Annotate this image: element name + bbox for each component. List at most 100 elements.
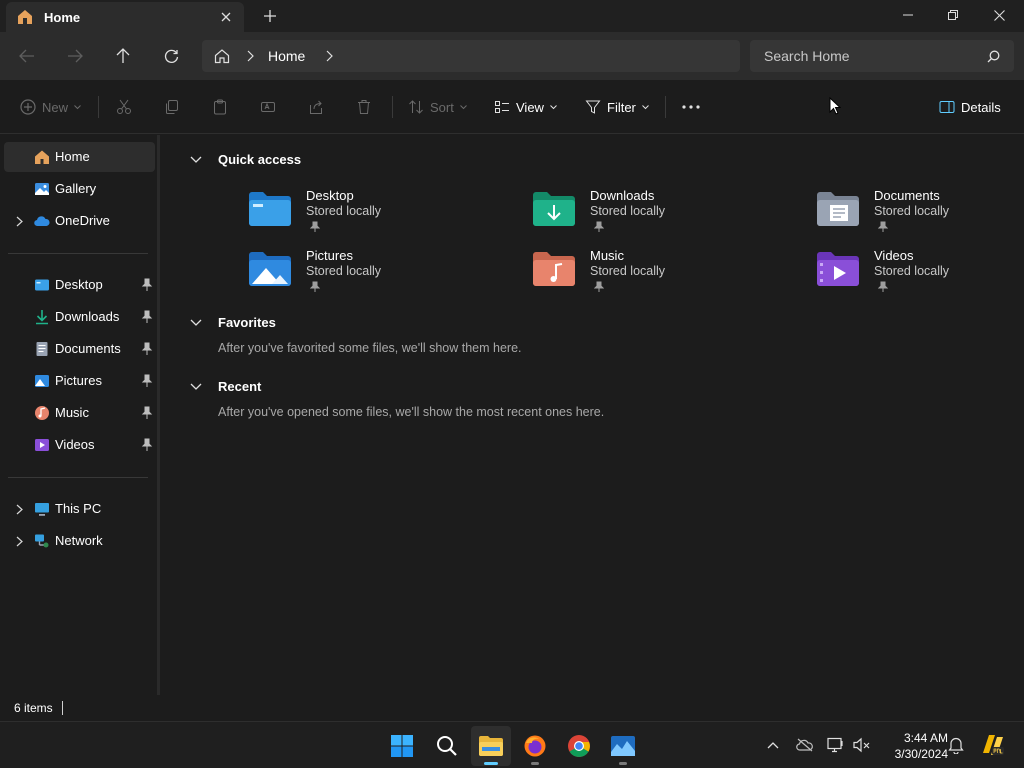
quick-access-item-downloads[interactable]: Downloads Stored locally — [532, 183, 782, 239]
sidebar-item-music[interactable]: Music — [4, 398, 155, 428]
rename-button[interactable] — [260, 94, 276, 120]
tray-volume[interactable] — [851, 734, 873, 756]
tab-title: Home — [44, 9, 81, 25]
copilot-button[interactable] — [978, 731, 1006, 759]
delete-button[interactable] — [356, 94, 372, 120]
sidebar-item-label: Documents — [55, 341, 121, 356]
details-button[interactable]: Details — [939, 94, 1001, 120]
chevron-down-icon — [642, 104, 649, 109]
more-options-button[interactable] — [682, 94, 700, 120]
pin-icon[interactable] — [141, 278, 153, 292]
quick-access-item-pictures[interactable]: Pictures Stored locally — [248, 243, 498, 299]
taskbar-clock[interactable]: 3:44 AM 3/30/2024 — [876, 730, 948, 762]
taskbar-chrome[interactable] — [559, 726, 599, 766]
divider — [98, 96, 99, 118]
view-button[interactable]: View — [494, 94, 557, 120]
paste-button[interactable] — [212, 94, 228, 120]
filter-button[interactable]: Filter — [585, 94, 649, 120]
sidebar-item-videos[interactable]: Videos — [4, 430, 155, 460]
sidebar-item-downloads[interactable]: Downloads — [4, 302, 155, 332]
taskbar-firefox[interactable] — [515, 726, 555, 766]
videos-folder-icon — [35, 439, 49, 451]
section-title: Quick access — [218, 151, 302, 167]
taskbar-search-button[interactable] — [427, 726, 467, 766]
copy-button[interactable] — [164, 94, 180, 120]
new-button[interactable]: New — [20, 94, 81, 120]
start-button[interactable] — [382, 726, 422, 766]
quick-access-item-documents[interactable]: Documents Stored locally — [816, 183, 1024, 239]
pin-icon — [310, 281, 320, 292]
quick-access-item-videos[interactable]: Videos Stored locally — [816, 243, 1024, 299]
up-button[interactable] — [107, 40, 139, 72]
sidebar-item-label: Home — [55, 149, 90, 164]
notifications-button[interactable] — [945, 734, 967, 756]
pin-icon[interactable] — [141, 406, 153, 420]
item-name: Music — [590, 248, 624, 263]
back-button[interactable] — [11, 40, 43, 72]
pin-icon — [594, 281, 604, 292]
quick-access-item-desktop[interactable]: Desktop Stored locally — [248, 183, 498, 239]
share-button[interactable] — [308, 94, 324, 120]
close-window-button[interactable] — [976, 0, 1022, 30]
pin-icon[interactable] — [141, 310, 153, 324]
favorites-header[interactable]: Favorites — [188, 312, 276, 332]
breadcrumb-home[interactable]: Home — [268, 48, 305, 64]
running-indicator — [531, 762, 539, 765]
search-input[interactable]: Search Home — [750, 40, 1014, 72]
volume-muted-icon — [853, 737, 870, 753]
chevron-right-icon[interactable] — [242, 50, 258, 62]
chevron-right-icon[interactable] — [12, 214, 26, 228]
tray-onedrive[interactable] — [794, 734, 816, 756]
show-hidden-icons-button[interactable] — [762, 734, 784, 756]
pin-icon[interactable] — [141, 374, 153, 388]
sidebar-item-pictures[interactable]: Pictures — [4, 366, 155, 396]
chevron-down-icon[interactable] — [188, 314, 204, 330]
taskbar-photos[interactable] — [603, 726, 643, 766]
section-title: Recent — [218, 378, 262, 394]
taskbar-file-explorer[interactable] — [471, 726, 511, 766]
quick-access-item-music[interactable]: Music Stored locally — [532, 243, 782, 299]
recent-header[interactable]: Recent — [188, 376, 261, 396]
downloads-folder-icon — [533, 192, 575, 226]
network-monitor-icon — [827, 737, 843, 753]
address-bar[interactable]: Home — [202, 40, 740, 72]
clock-date: 3/30/2024 — [894, 747, 948, 761]
refresh-button[interactable] — [155, 40, 187, 72]
restore-button[interactable] — [930, 0, 976, 30]
sidebar-item-home[interactable]: Home — [4, 142, 155, 172]
music-folder-icon — [35, 406, 49, 420]
sidebar-item-this-pc[interactable]: This PC — [4, 494, 155, 524]
quick-access-header[interactable]: Quick access — [188, 149, 301, 169]
pin-icon[interactable] — [141, 438, 153, 452]
tray-network[interactable] — [825, 734, 847, 756]
pin-icon[interactable] — [141, 342, 153, 356]
videos-folder-icon — [817, 252, 859, 286]
address-row: Home Search Home — [0, 32, 1024, 80]
navigation-pane: Home Gallery OneDrive Desktop Downloads … — [0, 135, 158, 695]
recent-empty-message: After you've opened some files, we'll sh… — [218, 405, 605, 419]
home-icon[interactable] — [212, 46, 232, 66]
chevron-down-icon[interactable] — [188, 151, 204, 167]
arrow-right-icon — [68, 49, 83, 63]
minimize-button[interactable] — [885, 0, 931, 30]
forward-button[interactable] — [59, 40, 91, 72]
chevron-right-icon[interactable] — [12, 534, 26, 548]
sidebar-item-desktop[interactable]: Desktop — [4, 270, 155, 300]
sidebar-item-network[interactable]: Network — [4, 526, 155, 556]
sidebar-item-onedrive[interactable]: OneDrive — [4, 206, 155, 236]
gallery-icon — [35, 183, 49, 195]
music-folder-icon — [533, 252, 575, 286]
close-tab-button[interactable] — [214, 5, 238, 29]
sort-button[interactable]: Sort — [408, 94, 467, 120]
chevron-right-icon[interactable] — [321, 50, 337, 62]
rename-icon — [261, 102, 275, 112]
new-tab-button[interactable] — [258, 4, 282, 28]
chevron-right-icon[interactable] — [12, 502, 26, 516]
sidebar-item-gallery[interactable]: Gallery — [4, 174, 155, 204]
tab-home[interactable]: Home — [6, 2, 244, 32]
chevron-down-icon[interactable] — [188, 378, 204, 394]
cut-button[interactable] — [116, 94, 132, 120]
search-placeholder: Search Home — [764, 48, 850, 64]
item-status: Stored locally — [874, 204, 950, 218]
sidebar-item-documents[interactable]: Documents — [4, 334, 155, 364]
